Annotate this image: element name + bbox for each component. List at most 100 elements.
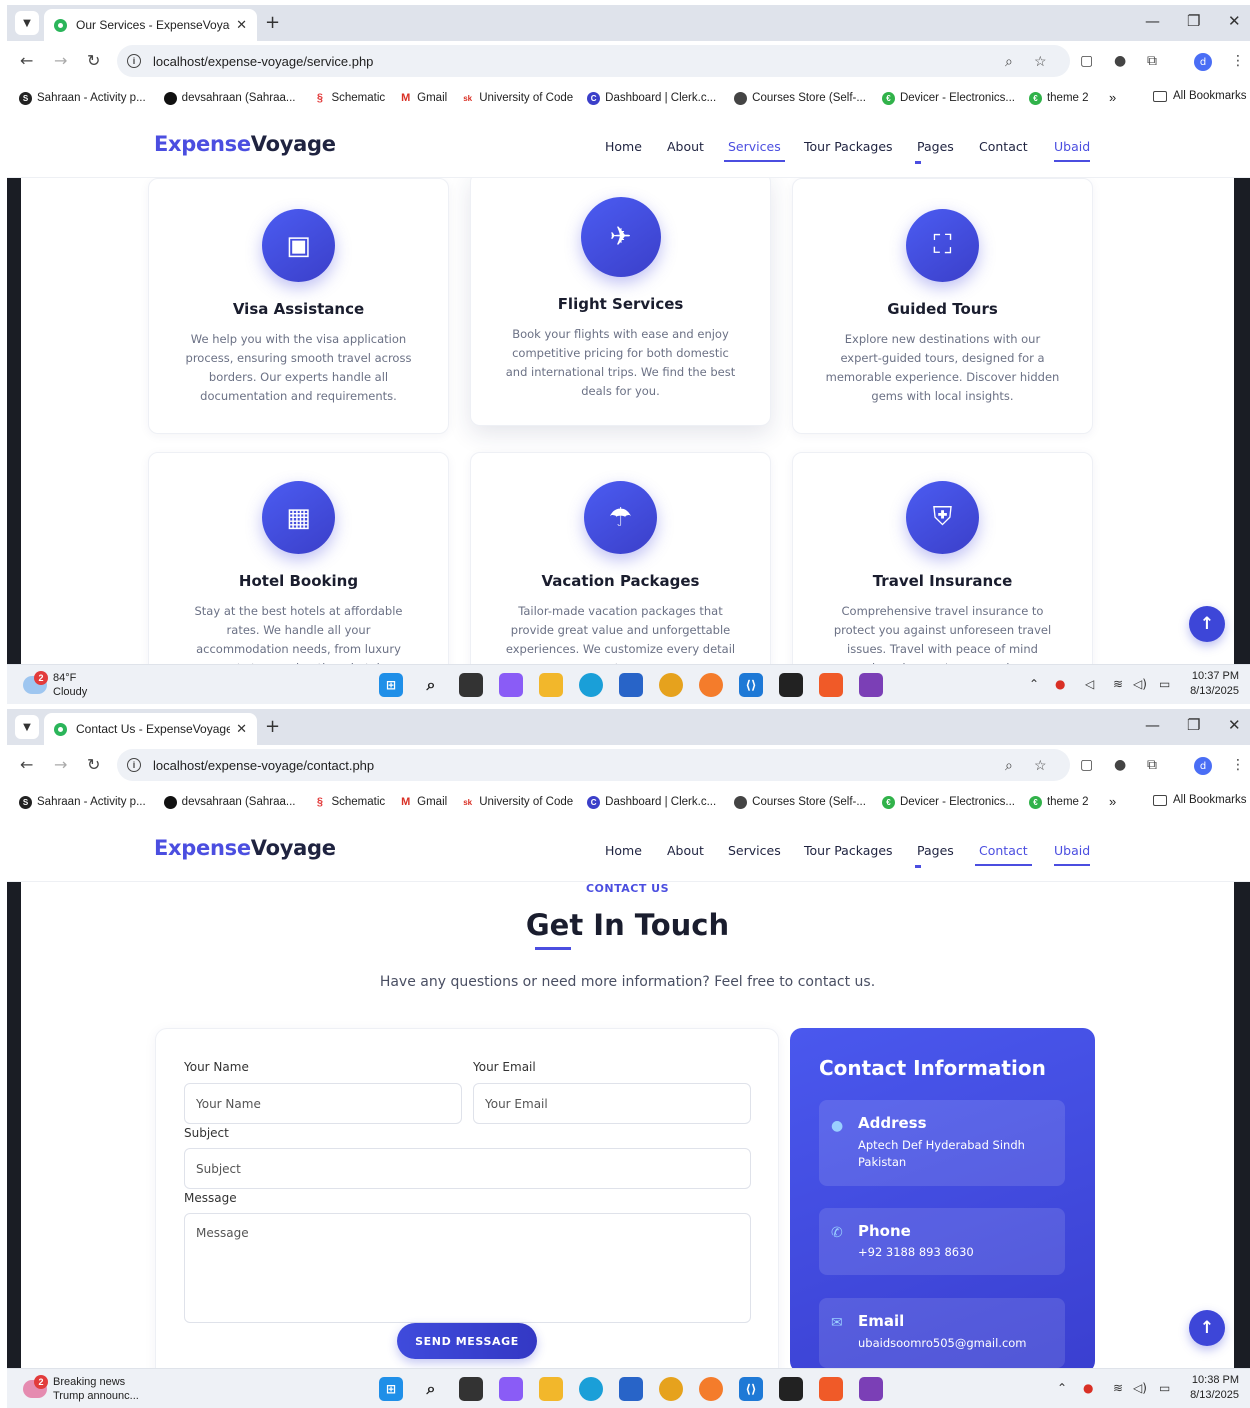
close-tab-icon[interactable]: ✕ [236,722,247,737]
nav-home[interactable]: Home [605,139,642,154]
wifi-icon[interactable]: ≋ [1113,677,1123,691]
restore-icon[interactable]: ❐ [1187,12,1200,30]
service-card-guided-tours[interactable]: ⛶ Guided Tours Explore new destinations … [792,178,1093,434]
bookmark-item[interactable]: € Devicer - Electronics... [881,795,1015,809]
bookmark-item[interactable]: C Dashboard | Clerk.c... [587,91,716,105]
scrollbar[interactable] [1234,882,1250,1368]
wifi-icon[interactable]: ≋ [1113,1381,1123,1395]
subject-input[interactable]: Subject [184,1148,751,1189]
antivirus-icon[interactable]: ● [1055,677,1065,691]
bookmark-item[interactable]: € theme 2 [1028,795,1089,809]
service-card-vacation[interactable]: ☂ Vacation Packages Tailor-made vacation… [470,452,771,664]
message-textarea[interactable]: Message [184,1213,751,1323]
system-clock[interactable]: 10:38 PM 8/13/2025 [1187,1373,1239,1403]
site-info-icon[interactable]: i [127,54,141,68]
close-window-icon[interactable]: ✕ [1228,716,1241,734]
profile-avatar[interactable]: d [1194,757,1212,775]
all-bookmarks-button[interactable]: All Bookmarks [1153,794,1247,806]
bookmark-item[interactable]: Courses Store (Self-... [734,795,866,809]
chevron-up-icon[interactable]: ⌃ [1029,677,1039,691]
menu-kebab-icon[interactable]: ⋮ [1231,757,1245,773]
bookmark-item[interactable]: Courses Store (Self-... [734,91,866,105]
site-logo[interactable]: ExpenseVoyage [154,132,336,156]
antivirus-icon[interactable]: ● [1083,1381,1093,1395]
service-card-insurance[interactable]: ⛨ Travel Insurance Comprehensive travel … [792,452,1093,664]
address-bar[interactable]: i localhost/expense-voyage/contact.php ⌕… [117,749,1070,781]
service-card-visa[interactable]: ▣ Visa Assistance We help you with the v… [148,178,449,434]
minimize-icon[interactable]: — [1145,12,1160,30]
edge-icon[interactable] [579,673,603,697]
close-window-icon[interactable]: ✕ [1228,12,1241,30]
send-icon[interactable]: ◁ [1085,677,1094,691]
extension-icon[interactable]: ▢ [1080,53,1093,69]
nav-ubaid[interactable]: Ubaid [1054,843,1091,866]
nav-contact[interactable]: Contact [979,139,1028,154]
bookmark-item[interactable]: § Schematic [313,91,385,105]
search-icon[interactable]: ⌕ [419,1377,443,1401]
back-icon[interactable]: ← [20,51,33,70]
reload-icon[interactable]: ↻ [87,755,100,774]
bookmark-star-icon[interactable]: ☆ [1034,45,1047,77]
postman-icon[interactable] [699,673,723,697]
terminal-icon[interactable] [779,673,803,697]
bookmark-item[interactable]: sk University of Code [461,795,573,809]
new-tab-button[interactable]: + [265,12,280,33]
chevron-up-icon[interactable]: ⌃ [1057,1381,1067,1395]
reload-icon[interactable]: ↻ [87,51,100,70]
send-message-button[interactable]: SEND MESSAGE [397,1323,537,1359]
scrollbar[interactable] [1234,178,1250,664]
postman-icon[interactable] [699,1377,723,1401]
store-icon[interactable] [619,673,643,697]
copilot-icon[interactable] [499,673,523,697]
nav-services[interactable]: Services [724,139,785,162]
nav-about[interactable]: About [667,139,704,154]
scroll-to-top-button[interactable]: ↑ [1189,606,1225,642]
site-info-icon[interactable]: i [127,758,141,772]
weather-widget[interactable]: 2 84°F Cloudy [23,671,87,699]
tab-search-button[interactable]: ▼ [15,11,39,35]
address-bar[interactable]: i localhost/expense-voyage/service.php ⌕… [117,45,1070,77]
bookmark-item[interactable]: S Sahraan - Activity p... [19,91,146,105]
winrar-icon[interactable] [859,673,883,697]
zoom-icon[interactable]: ⌕ [1005,749,1013,781]
browser-tab[interactable]: Our Services - ExpenseVoyage ✕ [44,9,257,41]
edge-icon[interactable] [579,1377,603,1401]
lightbulb-icon[interactable]: ● [1114,757,1126,773]
bookmark-item[interactable]: € theme 2 [1028,91,1089,105]
vscode-icon[interactable]: ⟨⟩ [739,1377,763,1401]
volume-icon[interactable]: ◁) [1133,1381,1147,1395]
bookmark-item[interactable]: S Sahraan - Activity p... [19,795,146,809]
menu-kebab-icon[interactable]: ⋮ [1231,53,1245,69]
nav-pages[interactable]: Pages [915,139,954,164]
nav-ubaid[interactable]: Ubaid [1054,139,1091,162]
extension-icon[interactable]: ▢ [1080,757,1093,773]
bookmark-item[interactable]: M Gmail [399,795,447,809]
minimize-icon[interactable]: — [1145,716,1160,734]
scroll-to-top-button[interactable]: ↑ [1189,1310,1225,1346]
volume-icon[interactable]: ◁) [1133,677,1147,691]
chrome-icon[interactable] [659,673,683,697]
system-clock[interactable]: 10:37 PM 8/13/2025 [1187,669,1239,699]
profile-avatar[interactable]: d [1194,53,1212,71]
nav-services[interactable]: Services [728,843,781,858]
forward-icon[interactable]: → [54,755,67,774]
all-bookmarks-button[interactable]: All Bookmarks [1153,90,1247,102]
bookmark-item[interactable]: C Dashboard | Clerk.c... [587,795,716,809]
bookmarks-more-button[interactable]: » [1109,90,1116,105]
phone-value[interactable]: +92 3188 893 8630 [858,1244,1058,1261]
browser-tab[interactable]: Contact Us - ExpenseVoyage ✕ [44,713,257,745]
task-view-icon[interactable] [459,1377,483,1401]
tab-search-button[interactable]: ▼ [15,715,39,739]
nav-tour-packages[interactable]: Tour Packages [804,139,893,154]
bookmark-item[interactable]: § Schematic [313,795,385,809]
site-logo[interactable]: ExpenseVoyage [154,836,336,860]
nav-pages[interactable]: Pages [915,843,954,868]
back-icon[interactable]: ← [20,755,33,774]
windows-start-icon[interactable]: ⊞ [379,1377,403,1401]
xampp-icon[interactable] [819,1377,843,1401]
file-explorer-icon[interactable] [539,673,563,697]
forward-icon[interactable]: → [54,51,67,70]
bookmark-item[interactable]: M Gmail [399,91,447,105]
terminal-icon[interactable] [779,1377,803,1401]
windows-start-icon[interactable]: ⊞ [379,673,403,697]
